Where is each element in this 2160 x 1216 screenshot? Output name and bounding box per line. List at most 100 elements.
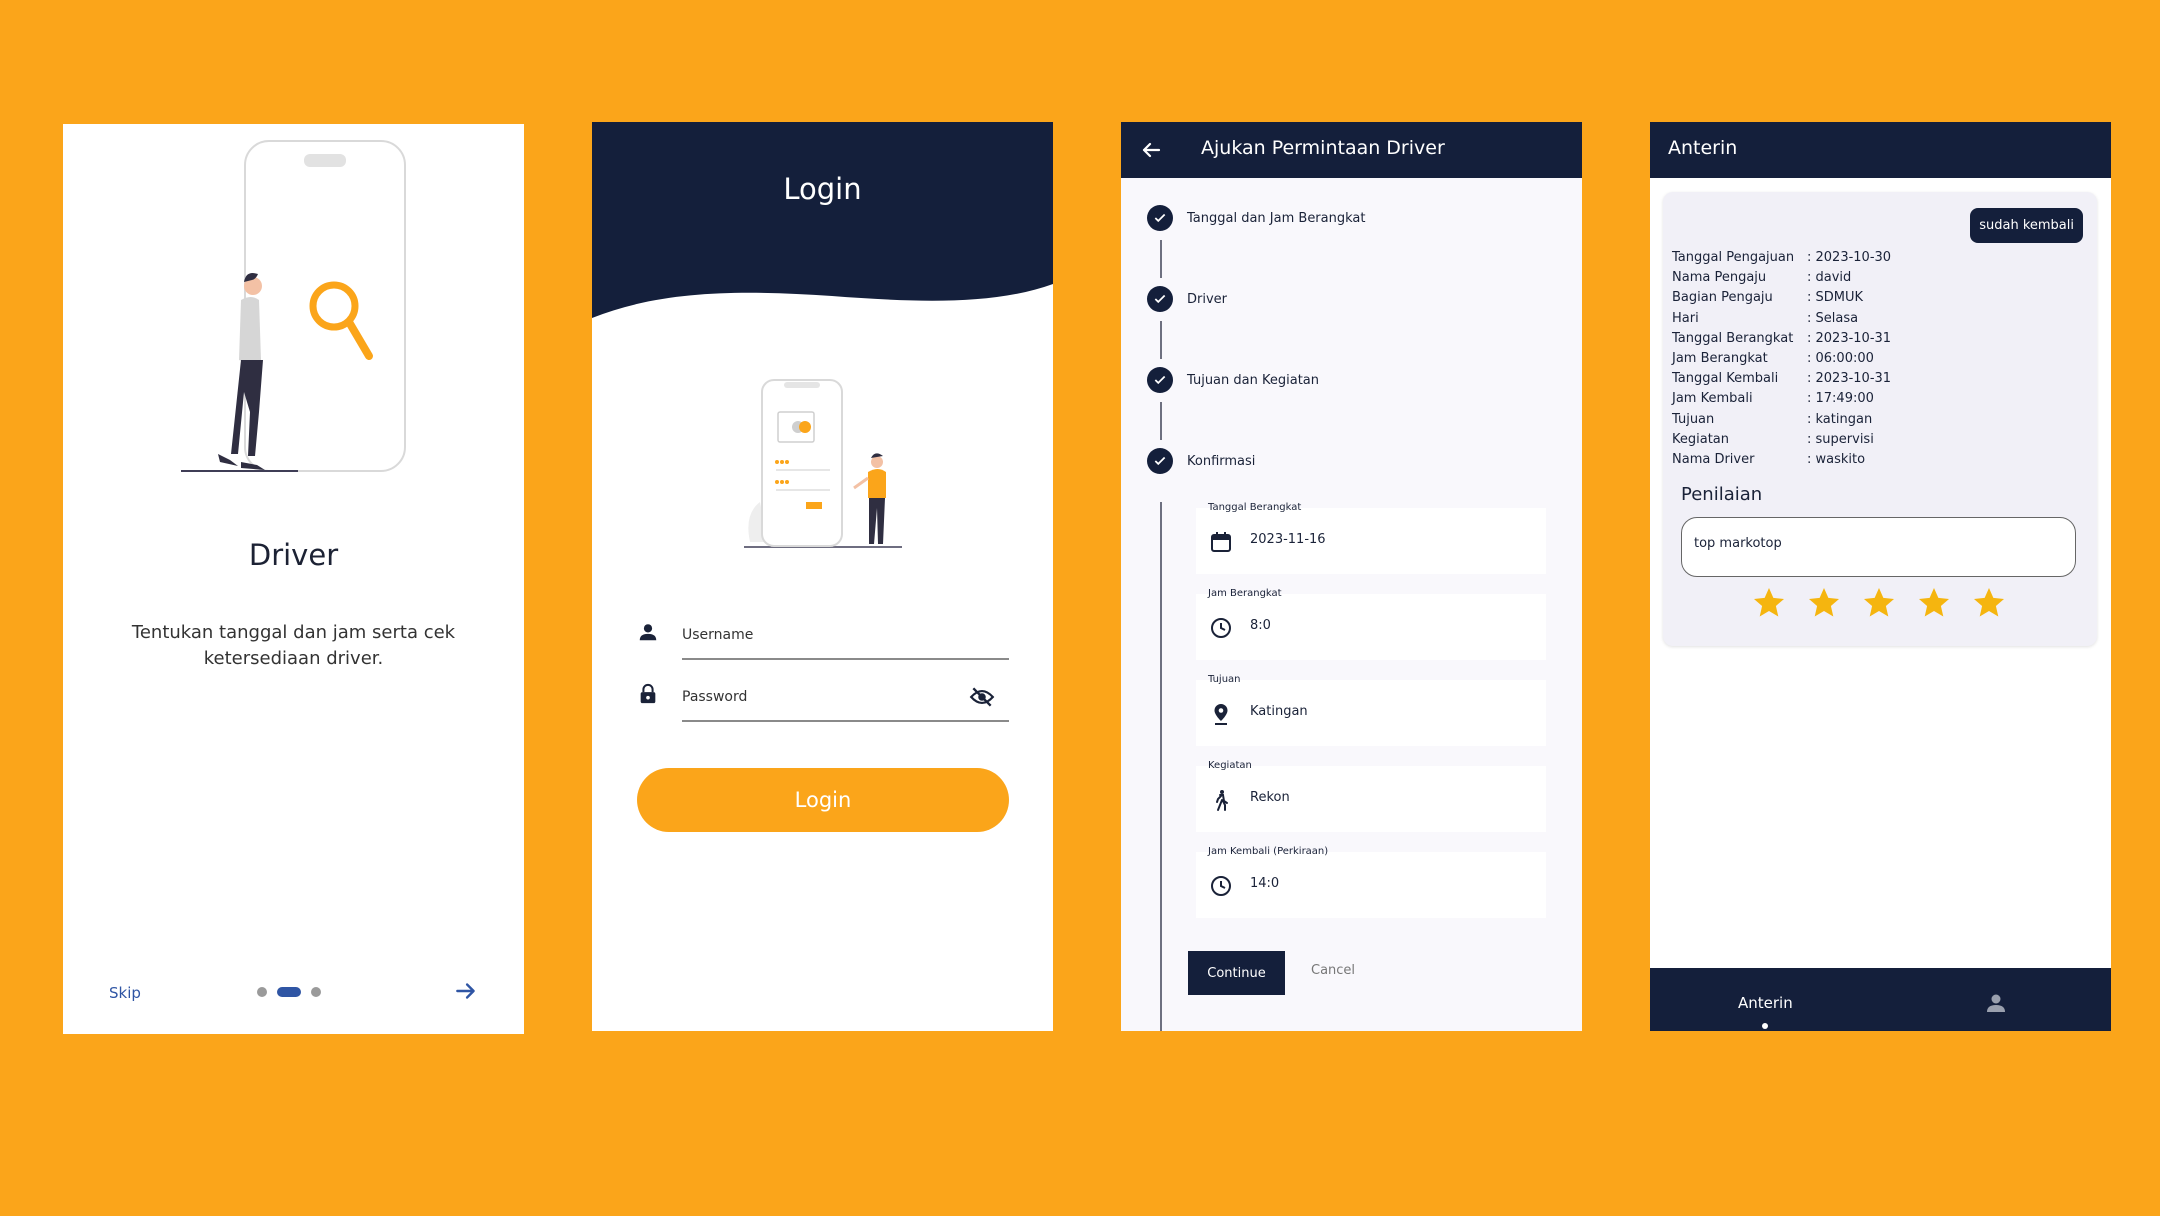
request-info: Tanggal Pengajuan : 2023-10-30 Nama Penga…: [1672, 248, 1891, 470]
page-title: Ajukan Permintaan Driver: [1201, 137, 1445, 159]
request-card: sudah kembali Tanggal Pengajuan: 2023-10…: [1663, 192, 2097, 646]
step-item[interactable]: Konfirmasi: [1147, 447, 1255, 475]
info-key: Tanggal Berangkat: [1672, 330, 1794, 346]
arrow-left-icon[interactable]: [1139, 138, 1163, 162]
cancel-button[interactable]: Cancel: [1311, 963, 1355, 978]
password-field: [637, 674, 1009, 724]
info-key: Tanggal Kembali: [1672, 371, 1779, 387]
step-connector: [1160, 321, 1162, 359]
star-rating: [1751, 585, 2007, 621]
info-row: Tanggal Kembali: 2023-10-31: [1672, 369, 1891, 389]
step-content-line: [1160, 502, 1162, 1031]
person-icon[interactable]: [1984, 991, 2008, 1015]
info-key: Jam Berangkat: [1672, 351, 1768, 367]
field-label: Jam Kembali (Perkiraan): [1208, 846, 1329, 857]
field-label: Kegiatan: [1208, 760, 1252, 771]
page-indicator: [257, 987, 321, 997]
star-icon[interactable]: [1971, 585, 2007, 621]
star-icon[interactable]: [1751, 585, 1787, 621]
field-value: Rekon: [1250, 790, 1290, 805]
info-row: Kegiatan : supervisi: [1672, 430, 1891, 450]
nav-tab-anterin[interactable]: Anterin: [1738, 994, 1793, 1012]
step-connector: [1160, 240, 1162, 278]
star-icon[interactable]: [1806, 585, 1842, 621]
username-field: [637, 612, 1009, 662]
info-row: Bagian Pengaju : SDMUK: [1672, 288, 1891, 308]
field-kegiatan[interactable]: Kegiatan Rekon: [1196, 760, 1546, 832]
app-bar: Ajukan Permintaan Driver: [1121, 122, 1582, 178]
star-icon[interactable]: [1861, 585, 1897, 621]
step-label: Tujuan dan Kegiatan: [1187, 372, 1319, 388]
field-value: 14:0: [1250, 876, 1280, 891]
step-item[interactable]: Tanggal dan Jam Berangkat: [1147, 204, 1365, 232]
onboarding-title: Driver: [248, 538, 339, 572]
field-label: Tujuan: [1208, 674, 1241, 685]
app-bar: Anterin: [1650, 122, 2111, 178]
page-dot-active[interactable]: [277, 987, 301, 997]
login-illustration: [744, 379, 902, 548]
request-driver-screen: Ajukan Permintaan Driver Tanggal dan Jam…: [1121, 122, 1582, 1031]
info-key: Jam Kembali: [1672, 391, 1753, 407]
info-row: Hari: Selasa: [1672, 309, 1891, 329]
username-input[interactable]: [682, 612, 1009, 660]
step-connector: [1160, 402, 1162, 440]
review-text: top markotop: [1694, 536, 1782, 551]
lock-icon: [640, 683, 656, 704]
field-value: 8:0: [1250, 618, 1271, 633]
info-row: Nama Pengaju: david: [1672, 268, 1891, 288]
info-row: Jam Berangkat : 06:00:00: [1672, 349, 1891, 369]
skip-button[interactable]: Skip: [109, 984, 141, 1002]
page-dot[interactable]: [311, 987, 321, 997]
login-title: Login: [783, 172, 862, 206]
review-field[interactable]: top markotop: [1681, 517, 2076, 577]
info-value: : 06:00:00: [1807, 351, 1874, 367]
clock-icon: [1211, 618, 1231, 638]
check-icon: [1147, 205, 1173, 231]
onboarding-description: Tentukan tanggal dan jam serta cek keter…: [131, 622, 456, 669]
info-value: : 2023-10-30: [1807, 250, 1892, 265]
step-label: Konfirmasi: [1187, 453, 1256, 469]
info-value: : katingan: [1807, 411, 1873, 427]
field-jam-berangkat[interactable]: Jam Berangkat 8:0: [1196, 588, 1546, 660]
password-input[interactable]: [682, 674, 1009, 722]
check-icon: [1147, 367, 1173, 393]
bottom-navigation: Anterin: [1650, 968, 2111, 1031]
field-jam-kembali[interactable]: Jam Kembali (Perkiraan) 14:0: [1196, 846, 1546, 918]
step-item[interactable]: Tujuan dan Kegiatan: [1147, 366, 1319, 394]
info-row: Nama Driver : waskito: [1672, 450, 1891, 470]
info-row: Tanggal Berangkat : 2023-10-31: [1672, 329, 1891, 349]
login-button[interactable]: Login: [637, 768, 1009, 832]
info-value: : SDMUK: [1807, 290, 1864, 306]
continue-button[interactable]: Continue: [1188, 951, 1285, 995]
field-label: Tanggal Berangkat: [1208, 502, 1302, 513]
info-value: : 17:49:00: [1807, 391, 1874, 407]
field-value: Katingan: [1250, 704, 1308, 719]
step-label: Tanggal dan Jam Berangkat: [1187, 210, 1366, 226]
info-key: Kegiatan: [1672, 431, 1730, 447]
field-tanggal-berangkat[interactable]: Tanggal Berangkat 2023-11-16: [1196, 502, 1546, 574]
page-dot[interactable]: [257, 987, 267, 997]
field-tujuan[interactable]: Tujuan Katingan: [1196, 674, 1546, 746]
info-value: : supervisi: [1807, 431, 1874, 447]
info-value: : waskito: [1807, 452, 1866, 468]
calendar-icon: [1211, 532, 1231, 552]
login-screen: Login Username Login: [592, 122, 1053, 1031]
info-value: : david: [1807, 270, 1852, 286]
check-icon: [1147, 448, 1173, 474]
info-row: Tanggal Pengajuan : 2023-10-30: [1672, 248, 1891, 268]
info-key: Tanggal Pengajuan: [1672, 250, 1795, 265]
info-key: Tujuan: [1672, 411, 1715, 427]
field-value: 2023-11-16: [1250, 532, 1326, 547]
location-pin-icon: [1214, 704, 1228, 725]
star-icon[interactable]: [1916, 585, 1952, 621]
step-item[interactable]: Driver: [1147, 285, 1227, 313]
header-wave: [592, 122, 1053, 318]
info-key: Bagian Pengaju: [1672, 290, 1773, 306]
info-key: Nama Driver: [1672, 452, 1755, 468]
eye-off-icon[interactable]: [969, 684, 995, 710]
info-value: : 2023-10-31: [1807, 330, 1892, 346]
step-label: Driver: [1187, 291, 1228, 307]
arrow-right-icon[interactable]: [453, 978, 479, 1004]
field-label: Jam Berangkat: [1208, 588, 1282, 599]
onboarding-screen: Driver Tentukan tanggal dan jam serta ce…: [63, 124, 524, 1034]
